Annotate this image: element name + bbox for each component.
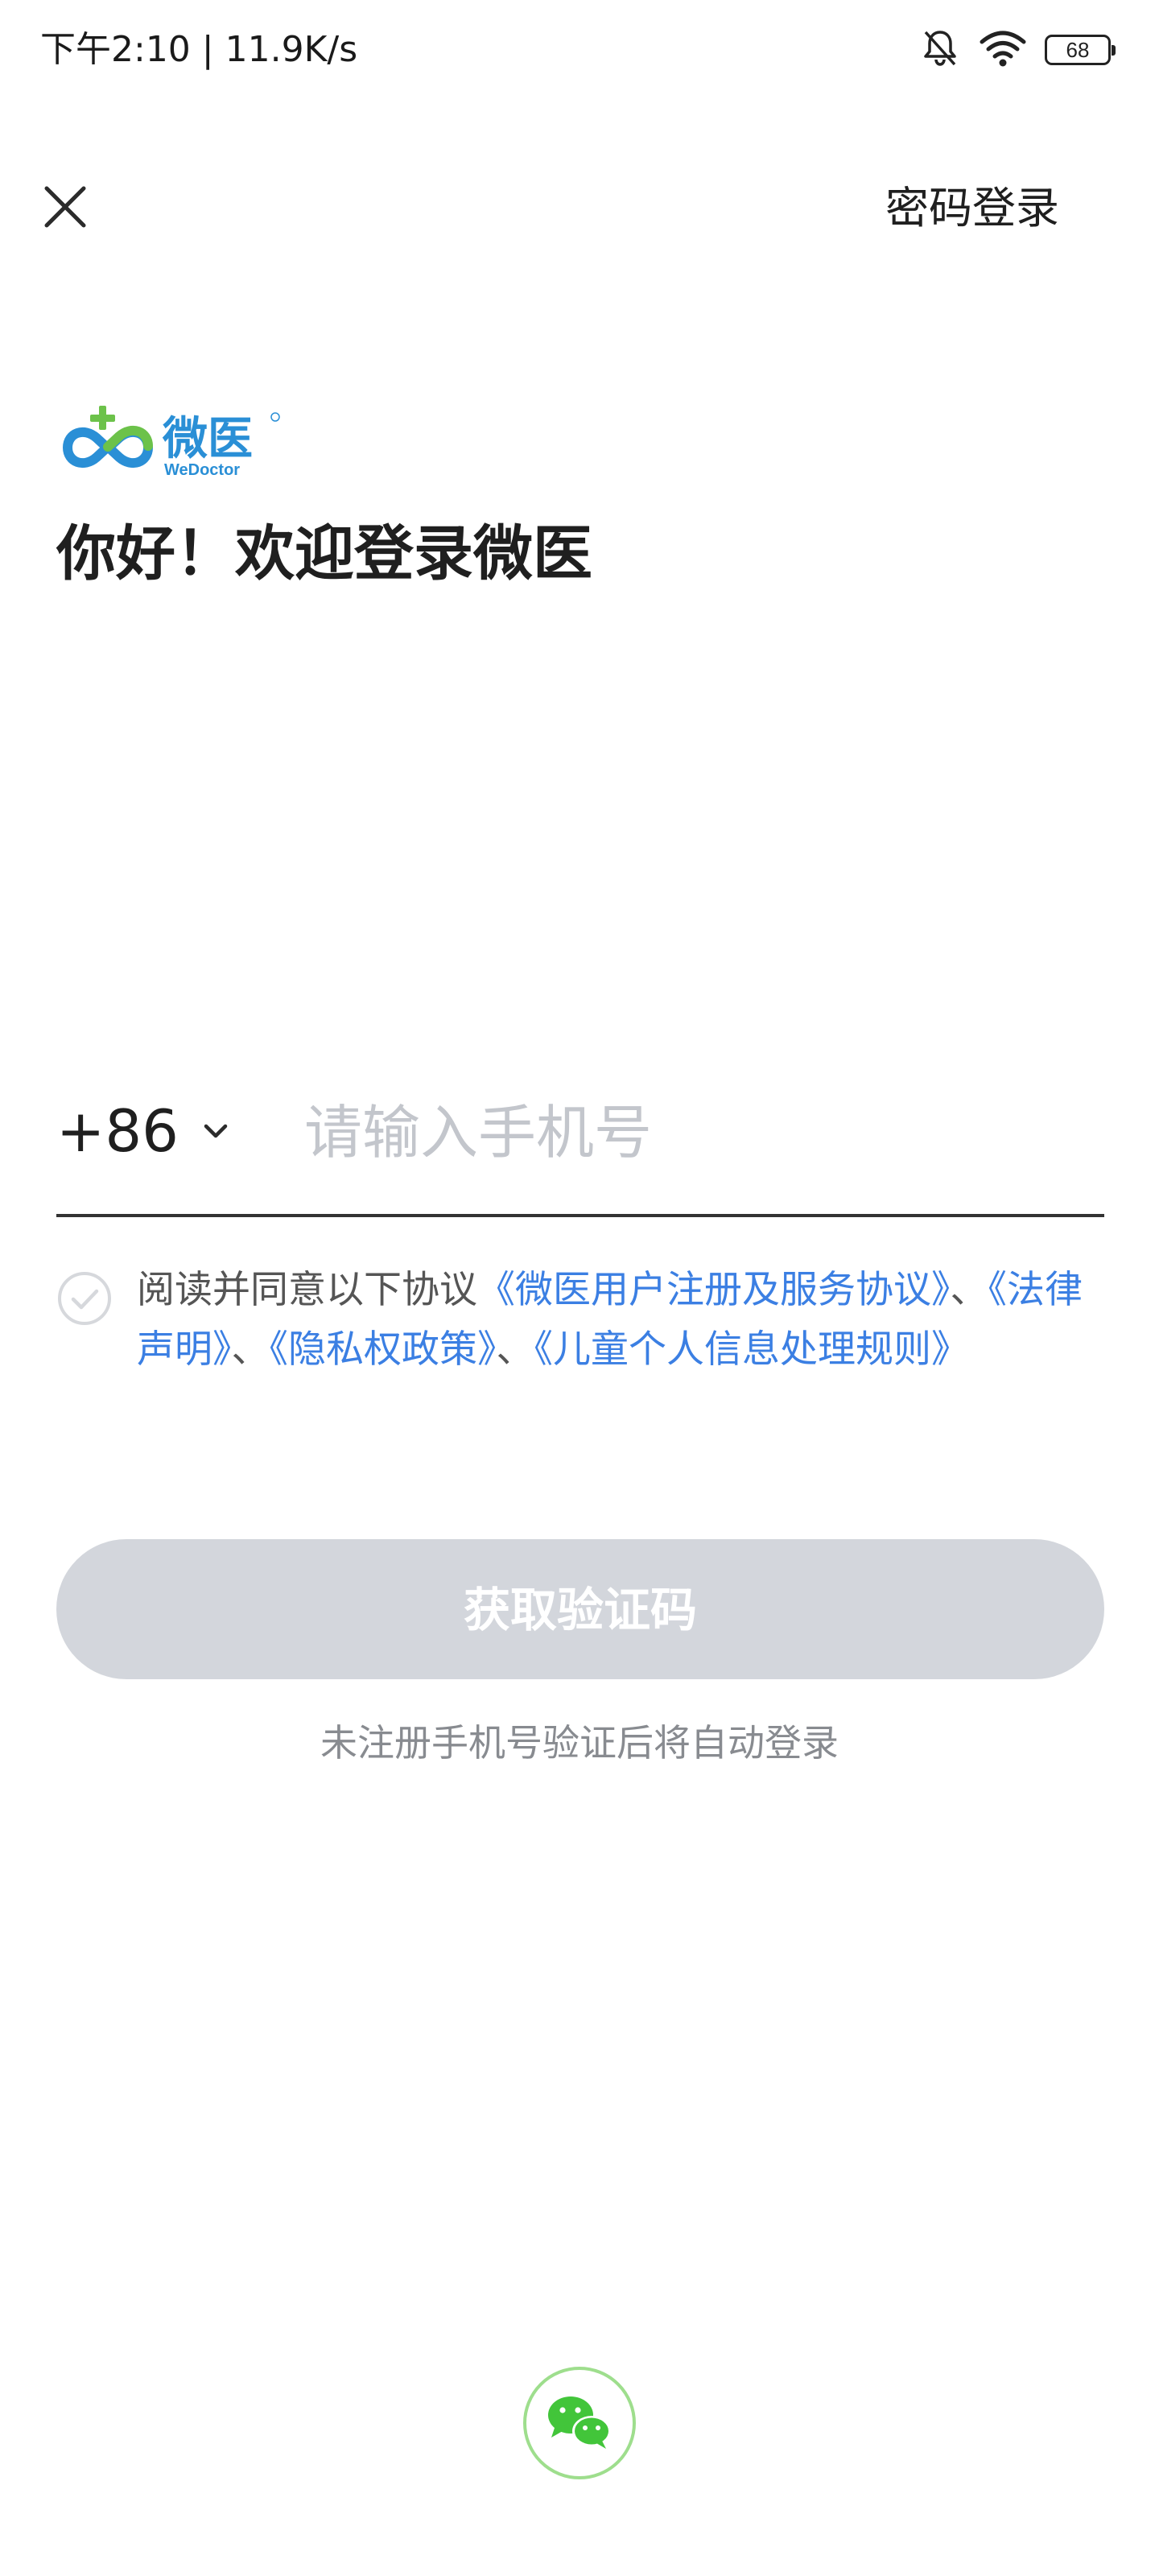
wechat-login-button[interactable] (523, 2367, 636, 2479)
battery-icon: 68 (1045, 35, 1116, 65)
user-agreement-link[interactable]: 《微医用户注册及服务协议》 (477, 1268, 951, 1312)
agreement-prefix: 阅读并同意以下协议 (137, 1268, 477, 1312)
close-button[interactable] (37, 179, 93, 235)
close-icon (44, 186, 86, 228)
privacy-policy-link[interactable]: 《隐私权政策》 (270, 1327, 497, 1372)
chevron-down-icon (204, 1124, 228, 1138)
country-code-selector[interactable]: +86 (56, 1087, 232, 1175)
logo-text-en: WeDoctor (164, 461, 240, 479)
phone-input-row: +86 (56, 1085, 1104, 1217)
separator: 、 (950, 1268, 988, 1312)
status-bar: 下午2:10 | 11.9K/s 68 (0, 0, 1159, 100)
logo-text-cn: 微医 (162, 413, 253, 465)
status-icons: 68 (919, 27, 1116, 72)
password-login-link[interactable]: 密码登录 (885, 180, 1059, 237)
bell-off-icon (919, 27, 961, 72)
page-title: 你好！欢迎登录微医 (56, 519, 592, 588)
wechat-icon (548, 2396, 611, 2449)
auto-login-hint: 未注册手机号验证后将自动登录 (320, 1721, 839, 1765)
get-verification-code-button[interactable]: 获取验证码 (56, 1539, 1104, 1679)
wifi-icon (979, 29, 1027, 71)
battery-level: 68 (1066, 38, 1090, 62)
phone-number-input[interactable] (304, 1088, 1093, 1177)
separator: 、 (496, 1327, 534, 1372)
check-circle-icon (58, 1272, 111, 1325)
status-time: 下午2:10 | 11.9K/s (40, 29, 358, 70)
separator: 、 (231, 1327, 270, 1372)
agreement-checkbox[interactable] (56, 1270, 113, 1327)
wedoctor-logo: 微医 WeDoctor (53, 401, 295, 489)
country-code: +86 (56, 1097, 179, 1165)
children-info-rules-link[interactable]: 《儿童个人信息处理规则》 (534, 1327, 970, 1372)
agreement-text: 阅读并同意以下协议《微医用户注册及服务协议》、《法律声明》、《隐私权政策》、《儿… (137, 1261, 1103, 1380)
